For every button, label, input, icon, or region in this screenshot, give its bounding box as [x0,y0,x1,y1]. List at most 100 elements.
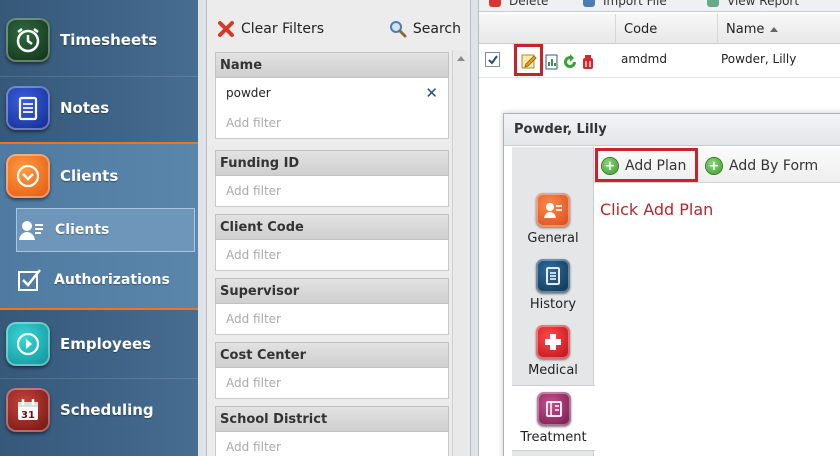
alarm-clock-icon [6,18,50,62]
nav-label-employees: Employees [60,335,152,353]
sub-label-clients: Clients [55,222,110,238]
row-name: Powder, Lilly [721,52,797,66]
medical-cross-icon [536,325,570,359]
play-circle-icon [6,322,50,366]
add-filter-input[interactable]: Add filter [216,304,448,334]
nav-label-notes: Notes [60,99,110,117]
nav-item-clients[interactable]: Clients [0,152,198,200]
sidebar-divider [0,378,198,379]
sub-item-authorizations[interactable]: Authorizations [16,258,195,302]
refresh-icon[interactable] [563,54,577,70]
delete-icon [489,0,501,7]
filter-chip-value: powder [226,86,271,100]
search-label: Search [412,21,461,37]
notepad-icon [6,86,50,130]
tab-general[interactable]: General [512,187,594,253]
nav-item-notes[interactable]: Notes [0,84,198,132]
filter-group-title: School District [215,406,449,432]
person-card-icon [536,193,570,227]
user-card-icon [19,221,43,240]
clear-filters-button[interactable]: Clear Filters [217,20,324,38]
filter-group-body: Add filter [215,304,449,335]
sidebar: Timesheets Notes Clients Clients Authori… [0,0,198,456]
filter-toolbar: Clear Filters Search [207,12,471,46]
detail-vertical-tabs: General History Medical Treatment [512,147,595,456]
filter-list: Name powder ✕ Add filter Funding ID Add … [211,48,451,456]
column-header-code-label: Code [624,21,658,37]
clear-filters-label: Clear Filters [241,21,325,37]
add-filter-input[interactable]: Add filter [216,108,448,138]
search-button[interactable]: Search [389,20,461,38]
filter-group-title: Supervisor [215,278,449,304]
add-by-form-button[interactable]: + Add By Form [706,151,818,181]
sidebar-divider [0,76,198,77]
filter-group-body: Add filter [215,368,449,399]
delete-label: Delete [509,0,549,8]
table-row[interactable]: amdmd Powder, Lilly [479,44,840,78]
nav-label-scheduling: Scheduling [60,401,154,419]
filter-group-title: Client Code [215,214,449,240]
column-header-actions [479,14,615,44]
search-icon [389,21,407,38]
scroll-up-arrow-icon[interactable] [457,56,465,61]
tab-general-label: General [527,231,579,246]
view-report-button[interactable]: View Report [707,0,799,8]
import-file-label: Import File [603,0,667,8]
nav-label-timesheets: Timesheets [60,31,158,49]
tab-next-partial[interactable] [512,451,594,456]
delete-icon[interactable] [581,54,595,70]
filter-group-cost-center: Cost Center Add filter [215,342,449,399]
sub-label-authorizations: Authorizations [54,272,170,288]
add-filter-input[interactable]: Add filter [216,240,448,270]
add-filter-input[interactable]: Add filter [216,176,448,206]
calendar-day: 31 [21,410,35,421]
add-plan-highlight [595,148,698,182]
filter-group-funding-id: Funding ID Add filter [215,150,449,207]
import-icon [583,0,595,7]
filter-scrollbar[interactable] [452,50,468,456]
column-header-name[interactable]: Name [717,14,840,44]
history-notepad-icon [536,259,570,293]
edit-icon-highlight [514,44,543,76]
grid-header: Code Name [479,14,840,44]
filter-group-body: Add filter [215,176,449,207]
import-file-button[interactable]: Import File [583,0,667,8]
nav-item-timesheets[interactable]: Timesheets [0,16,198,64]
nav-label-clients: Clients [60,167,119,185]
client-detail-window: Powder, Lilly General History Medical Tr… [503,113,840,456]
close-icon[interactable]: ✕ [425,84,438,102]
tab-history-label: History [529,297,577,312]
tab-treatment-label: Treatment [520,430,587,445]
calendar-icon: 31 [6,388,50,432]
tab-medical[interactable]: Medical [512,319,594,385]
filter-chip: powder ✕ [216,78,448,108]
row-checkbox[interactable] [485,52,500,67]
treatment-binder-icon [536,392,571,426]
red-x-icon [218,21,234,37]
filter-group-title: Cost Center [215,342,449,368]
report-icon[interactable] [545,54,559,70]
nav-item-scheduling[interactable]: 31 Scheduling [0,386,198,434]
filter-group-title: Name [215,52,449,78]
column-header-name-label: Name [726,21,765,37]
chevron-circle-icon [6,154,50,198]
add-filter-input[interactable]: Add filter [216,432,448,456]
add-by-form-label: Add By Form [729,158,819,174]
sort-ascending-icon [770,26,779,32]
filter-group-supervisor: Supervisor Add filter [215,278,449,335]
sub-item-clients[interactable]: Clients [16,208,195,252]
filter-group-body: powder ✕ Add filter [215,78,449,139]
view-report-label: View Report [727,0,800,8]
tab-history[interactable]: History [512,253,594,319]
check-icon [487,54,498,65]
filter-panel: Clear Filters Search Name powder ✕ Add f… [206,0,669,456]
row-code: amdmd [621,52,667,66]
delete-button[interactable]: Delete [489,0,548,8]
nav-item-employees[interactable]: Employees [0,320,198,368]
report-icon [707,0,719,7]
tab-treatment[interactable]: Treatment [512,385,595,451]
tab-medical-label: Medical [528,363,578,378]
column-header-code[interactable]: Code [615,14,717,44]
filter-group-client-code: Client Code Add filter [215,214,449,271]
add-filter-input[interactable]: Add filter [216,368,448,398]
